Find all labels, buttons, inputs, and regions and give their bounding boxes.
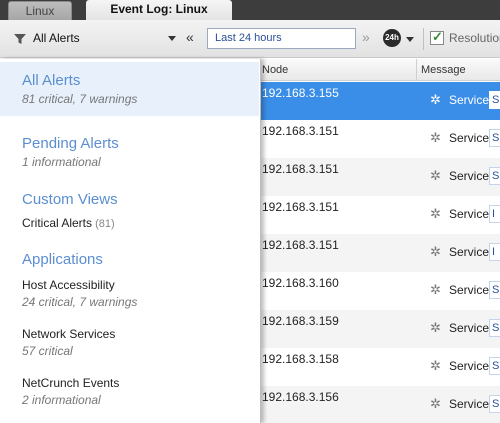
column-header-message[interactable]: Message [421, 64, 466, 76]
message-badge: S [489, 319, 500, 337]
message-cell: Service [449, 93, 490, 107]
message-badge: S [489, 357, 500, 375]
menu-item-count: (81) [95, 218, 115, 230]
checkmark-icon: ✓ [432, 29, 443, 44]
node-cell: 192.168.3.151 [262, 124, 339, 138]
previous-range-button[interactable]: « [186, 29, 194, 45]
menu-item-label: Critical Alerts [22, 216, 93, 230]
menu-item-summary: 81 critical, 7 warnings [22, 92, 138, 106]
node-cell: 192.168.3.159 [262, 314, 339, 328]
message-cell: Service [449, 397, 490, 411]
tab-event-log-linux[interactable]: Event Log: Linux [86, 0, 232, 20]
menu-item-network-services[interactable]: Network Services 57 critical [0, 324, 259, 364]
section-heading-custom-views: Custom Views [22, 191, 118, 208]
message-badge: S [489, 167, 500, 185]
menu-item-critical-alerts[interactable]: Critical Alerts (81) [0, 213, 259, 235]
toolbar-divider [423, 28, 424, 50]
message-cell: Service [449, 283, 490, 297]
node-cell: 192.168.3.151 [262, 200, 339, 214]
menu-item-label: Network Services [22, 327, 116, 341]
tab-bar: Linux Event Log: Linux [0, 0, 500, 20]
alert-filter-select[interactable]: All Alerts [33, 31, 80, 45]
menu-item-label: NetCrunch Events [22, 376, 120, 390]
gear-icon: ✲ [430, 206, 441, 221]
alert-filter-dropdown: All Alerts 81 critical, 7 warnings Pendi… [0, 59, 261, 423]
node-cell: 192.168.3.158 [262, 352, 339, 366]
message-cell: Service [449, 359, 490, 373]
message-badge: I [489, 205, 500, 223]
message-cell: Service [449, 245, 490, 259]
message-cell: Service [449, 207, 490, 221]
gear-icon: ✲ [430, 396, 441, 411]
chevron-down-icon[interactable] [168, 36, 176, 41]
chevron-down-icon[interactable] [406, 37, 414, 42]
menu-item-summary: 1 informational [22, 155, 101, 169]
node-cell: 192.168.3.151 [262, 238, 339, 252]
menu-item-summary: 2 informational [22, 393, 101, 407]
menu-item-netcrunch-events[interactable]: NetCrunch Events 2 informational [0, 373, 259, 413]
gear-icon: ✲ [430, 244, 441, 259]
section-heading-applications: Applications [22, 251, 103, 268]
node-cell: 192.168.3.160 [262, 276, 339, 290]
column-divider[interactable] [416, 59, 417, 81]
message-cell: Service [449, 131, 490, 145]
node-cell: 192.168.3.156 [262, 390, 339, 404]
node-cell: 192.168.3.155 [262, 86, 339, 100]
gear-icon: ✲ [430, 282, 441, 297]
menu-item-title: Pending Alerts [22, 135, 119, 152]
resolution-checkbox[interactable]: ✓ [430, 29, 444, 45]
message-cell: Service [449, 169, 490, 183]
menu-item-summary: 24 critical, 7 warnings [22, 295, 138, 309]
gear-icon: ✲ [430, 168, 441, 183]
node-cell: 192.168.3.151 [262, 162, 339, 176]
menu-item-host-accessibility[interactable]: Host Accessibility 24 critical, 7 warnin… [0, 275, 259, 315]
menu-item-summary: 57 critical [22, 344, 73, 358]
gear-icon: ✲ [430, 320, 441, 335]
message-badge: S [489, 129, 500, 147]
toolbar: All Alerts « Last 24 hours » 24h ✓ Resol… [0, 20, 500, 58]
message-cell: Service [449, 321, 490, 335]
message-badge: I [489, 243, 500, 261]
menu-item-title: All Alerts [22, 72, 81, 89]
message-badge: S [489, 91, 500, 109]
menu-item-all-alerts[interactable]: All Alerts 81 critical, 7 warnings [0, 62, 259, 116]
resolution-label: Resolution [449, 31, 500, 45]
tab-linux[interactable]: Linux [8, 1, 72, 20]
funnel-icon[interactable] [13, 32, 27, 46]
menu-item-pending-alerts[interactable]: Pending Alerts 1 informational [0, 131, 259, 177]
gear-icon: ✲ [430, 92, 441, 107]
gear-icon: ✲ [430, 358, 441, 373]
clock-24h-icon[interactable]: 24h [383, 29, 401, 47]
menu-item-label: Host Accessibility [22, 278, 115, 292]
gear-icon: ✲ [430, 130, 441, 145]
message-badge: S [489, 281, 500, 299]
message-badge: S [489, 395, 500, 413]
column-header-node[interactable]: Node [262, 64, 288, 76]
next-range-button[interactable]: » [362, 29, 370, 45]
time-range-field[interactable]: Last 24 hours [207, 28, 356, 49]
